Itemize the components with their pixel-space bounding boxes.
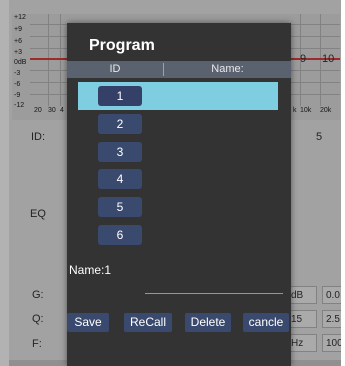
program-row-4[interactable]: 4: [78, 165, 278, 193]
delete-button[interactable]: Delete: [185, 313, 231, 332]
name-input[interactable]: [145, 277, 283, 294]
right-margin: [341, 0, 345, 366]
program-id-button[interactable]: 1: [98, 86, 142, 106]
column-header-id: ID: [109, 63, 121, 75]
name-label: Name:1: [69, 263, 112, 277]
table-header: ID Name:: [67, 61, 291, 78]
program-id-button[interactable]: 3: [98, 142, 142, 162]
program-id-button[interactable]: 6: [98, 225, 142, 245]
recall-button[interactable]: ReCall: [124, 313, 172, 332]
program-dialog: Program ID Name: 1 2 3 4 5 6 Name:1 Save…: [67, 23, 291, 366]
program-row-6[interactable]: 6: [78, 221, 278, 249]
column-header-name: Name:: [211, 63, 244, 75]
program-id-button[interactable]: 5: [98, 197, 142, 217]
program-id-button[interactable]: 4: [98, 169, 142, 189]
program-row-1[interactable]: 1: [78, 82, 278, 110]
cancel-button[interactable]: cancle: [243, 313, 289, 332]
dialog-title: Program: [89, 37, 155, 54]
program-id-button[interactable]: 2: [98, 114, 142, 134]
program-row-5[interactable]: 5: [78, 193, 278, 221]
program-row-2[interactable]: 2: [78, 110, 278, 138]
program-row-3[interactable]: 3: [78, 138, 278, 166]
save-button[interactable]: Save: [67, 313, 109, 332]
